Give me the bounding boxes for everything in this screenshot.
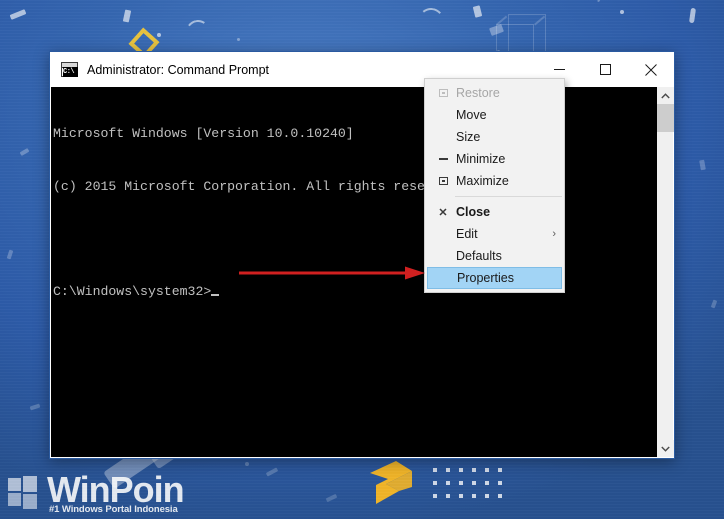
wallpaper-confetti bbox=[325, 493, 338, 503]
console-line: Microsoft Windows [Version 10.0.10240] bbox=[53, 126, 354, 141]
brand-arrow-icon bbox=[370, 461, 412, 504]
menu-item-close[interactable]: ✕ Close bbox=[425, 201, 564, 223]
wallpaper-confetti bbox=[29, 403, 41, 411]
wallpaper-arc bbox=[416, 6, 446, 36]
wallpaper-confetti bbox=[245, 462, 249, 466]
winpoin-tagline: #1 Windows Portal Indonesia bbox=[49, 504, 178, 515]
chevron-down-icon bbox=[661, 446, 670, 452]
minimize-icon bbox=[430, 158, 456, 160]
maximize-icon bbox=[599, 64, 611, 75]
system-context-menu[interactable]: Restore Move Size Minimize Maximize ✕ Cl… bbox=[424, 78, 565, 293]
menu-item-label: Minimize bbox=[456, 152, 506, 166]
menu-item-label: Move bbox=[456, 108, 487, 122]
wallpaper-confetti bbox=[238, 466, 282, 488]
wallpaper-confetti bbox=[6, 249, 14, 260]
wallpaper-confetti bbox=[122, 9, 132, 23]
wallpaper-arc bbox=[590, 0, 640, 32]
wallpaper-confetti bbox=[19, 148, 30, 156]
menu-item-label: Close bbox=[456, 205, 491, 219]
cmd-icon bbox=[61, 62, 78, 77]
wallpaper-confetti bbox=[472, 5, 483, 18]
menu-item-maximize[interactable]: Maximize bbox=[425, 170, 564, 192]
menu-item-label: Restore bbox=[456, 86, 500, 100]
window-titlebar[interactable]: Administrator: Command Prompt bbox=[50, 52, 674, 87]
console-cursor bbox=[211, 293, 220, 296]
close-x-icon: ✕ bbox=[438, 206, 448, 219]
annotation-arrow bbox=[239, 266, 425, 280]
menu-item-label: Edit bbox=[456, 227, 478, 241]
wallpaper-confetti bbox=[9, 9, 27, 20]
menu-separator bbox=[455, 196, 562, 197]
wallpaper-confetti bbox=[157, 33, 161, 37]
window-title: Administrator: Command Prompt bbox=[87, 62, 270, 77]
menu-item-move[interactable]: Move bbox=[425, 104, 564, 126]
minimize-icon bbox=[553, 69, 565, 70]
close-button[interactable] bbox=[628, 52, 674, 87]
wallpaper-confetti bbox=[688, 7, 697, 24]
maximize-button[interactable] bbox=[582, 52, 628, 87]
menu-item-size[interactable]: Size bbox=[425, 126, 564, 148]
wallpaper-confetti bbox=[699, 159, 706, 171]
winpoin-watermark: WinPoin #1 Windows Portal Indonesia bbox=[8, 469, 185, 515]
chevron-right-icon: › bbox=[552, 228, 556, 240]
menu-item-label: Maximize bbox=[456, 174, 509, 188]
close-icon bbox=[645, 63, 657, 76]
menu-item-label: Defaults bbox=[456, 249, 502, 263]
menu-item-edit[interactable]: Edit › bbox=[425, 223, 564, 245]
wallpaper-confetti bbox=[237, 38, 240, 41]
brand-dot-grid bbox=[428, 464, 506, 503]
brand-logo bbox=[366, 457, 506, 513]
console-prompt-line: C:\Windows\system32> bbox=[53, 283, 656, 301]
console-line: (c) 2015 Microsoft Corporation. All righ… bbox=[53, 178, 465, 194]
menu-item-minimize[interactable]: Minimize bbox=[425, 148, 564, 170]
console-prompt-text: C:\Windows\system32> bbox=[53, 283, 212, 299]
maximize-icon bbox=[430, 177, 456, 185]
wallpaper-confetti bbox=[710, 299, 718, 309]
winpoin-title: WinPoin bbox=[47, 469, 185, 510]
menu-item-properties[interactable]: Properties bbox=[427, 267, 562, 289]
menu-item-defaults[interactable]: Defaults bbox=[425, 245, 564, 267]
command-prompt-window: Administrator: Command Prompt Microsoft … bbox=[49, 51, 675, 459]
chevron-up-icon bbox=[661, 92, 670, 98]
scrollbar-thumb[interactable] bbox=[657, 104, 674, 132]
scrollbar-down-button[interactable] bbox=[657, 440, 674, 457]
menu-item-label: Size bbox=[456, 130, 481, 144]
restore-icon bbox=[430, 89, 456, 97]
wallpaper-arc bbox=[184, 18, 212, 46]
menu-item-restore[interactable]: Restore bbox=[425, 82, 564, 104]
menu-item-label: Properties bbox=[457, 271, 514, 285]
winpoin-logo-icon bbox=[8, 476, 42, 512]
console-scrollbar[interactable] bbox=[656, 87, 674, 457]
scrollbar-up-button[interactable] bbox=[657, 87, 674, 104]
